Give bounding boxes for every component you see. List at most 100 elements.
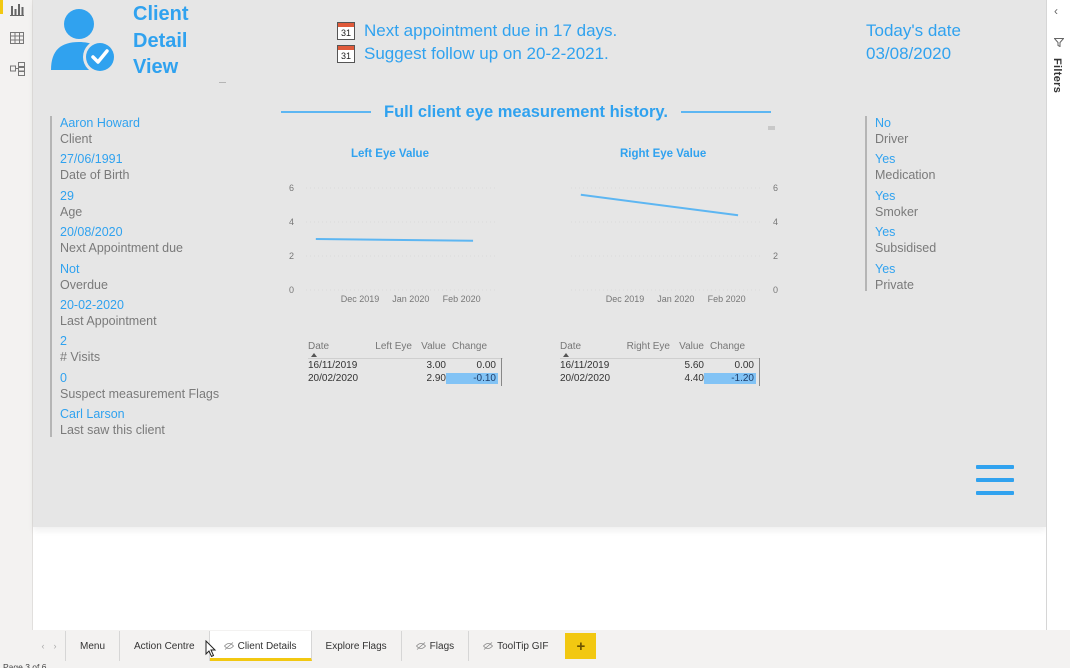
detail-value: 20-02-2020 xyxy=(60,297,124,312)
flag-value: No xyxy=(875,116,891,130)
client-detail-page: Client Detail View 31 Next appointment d… xyxy=(33,0,1046,527)
cell-date: 20/02/2020 xyxy=(560,373,611,384)
x-tick-label: Jan 2020 xyxy=(392,294,429,304)
tab-label: Flags xyxy=(429,640,455,652)
calendar-icon: 31 xyxy=(337,21,355,40)
tab-flags[interactable]: Flags xyxy=(402,631,470,661)
column-header-change[interactable]: Change xyxy=(446,341,498,352)
client-flags-card: No Driver Yes Medication Yes Smoker Yes Subs… xyxy=(865,116,936,292)
flag-label: Subsidised xyxy=(875,241,937,256)
section-heading-text: Full client eye measurement history. xyxy=(384,102,668,121)
flag-private: Yes Private xyxy=(875,262,936,298)
cell-date: 20/02/2020 xyxy=(308,373,359,384)
detail-value: 29 xyxy=(60,188,74,203)
column-resize-handle[interactable] xyxy=(501,358,502,386)
calendar-day: 31 xyxy=(340,50,351,61)
left-eye-line-chart[interactable]: 0 2 4 6 Dec 2019 Jan 2020 Feb 2020 xyxy=(281,178,506,306)
tab-explore-flags[interactable]: Explore Flags xyxy=(312,631,402,661)
x-tick-label: Dec 2019 xyxy=(341,294,380,304)
hamburger-bar xyxy=(976,478,1014,482)
table-header: Date Left Eye Value Change xyxy=(308,340,503,353)
report-view-button[interactable] xyxy=(0,0,26,18)
y-tick-label: 4 xyxy=(289,217,294,227)
bar-chart-icon xyxy=(10,3,24,16)
cell-change-highlighted: -0.10 xyxy=(446,373,498,384)
detail-date-of-birth: 27/06/1991 Date of Birth xyxy=(60,152,219,188)
column-header-value[interactable]: Value xyxy=(418,341,446,352)
tab-client-details[interactable]: Client Details xyxy=(209,631,312,661)
page-title-line: Client xyxy=(133,3,189,25)
cell-change-highlighted: -1.20 xyxy=(704,373,756,384)
page-title: Client Detail View xyxy=(133,1,189,81)
table-header: Date Right Eye Value Change xyxy=(560,340,760,353)
tab-label: Explore Flags xyxy=(325,640,387,652)
chevron-right-icon[interactable]: › xyxy=(54,641,57,651)
detail-suspect-flags: 0 Suspect measurement Flags xyxy=(60,371,219,407)
filters-pane: ‹ Filters xyxy=(1046,0,1070,630)
flag-value: Yes xyxy=(875,261,896,276)
mouse-cursor-icon xyxy=(205,640,217,658)
visual-resize-handle[interactable] xyxy=(768,126,775,130)
next-appointment-notice: 31 Next appointment due in 17 days. xyxy=(337,19,617,42)
x-tick-label: Feb 2020 xyxy=(443,294,481,304)
flag-value: Yes xyxy=(875,188,896,203)
right-eye-line-chart[interactable]: 0 2 4 6 Dec 2019 Jan 2020 Feb 2020 xyxy=(561,178,786,306)
divider xyxy=(219,82,226,83)
data-view-button[interactable] xyxy=(8,29,26,47)
flag-driver: No Driver xyxy=(875,116,936,152)
tab-tooltip-gif[interactable]: ToolTip GIF xyxy=(469,631,562,661)
y-tick-label: 4 xyxy=(773,217,778,227)
model-view-button[interactable] xyxy=(8,60,26,78)
tab-action-centre[interactable]: Action Centre xyxy=(120,631,210,661)
flag-medication: Yes Medication xyxy=(875,152,936,188)
menu-hamburger-button[interactable] xyxy=(976,465,1014,497)
column-header-change[interactable]: Change xyxy=(704,341,756,352)
tab-menu[interactable]: Menu xyxy=(66,631,121,661)
detail-value: Not xyxy=(60,261,80,276)
hamburger-bar xyxy=(976,465,1014,469)
appointment-notices: 31 Next appointment due in 17 days. 31 S… xyxy=(337,19,617,65)
column-header-eye[interactable]: Left Eye xyxy=(368,341,418,352)
column-header-date[interactable]: Date xyxy=(560,341,620,352)
right-eye-table: Date Right Eye Value Change 16/11/2019 5… xyxy=(560,340,760,386)
detail-label: Last saw this client xyxy=(60,423,165,438)
table-grid-icon xyxy=(10,32,24,44)
add-page-button[interactable]: + xyxy=(565,633,597,659)
tab-label: ToolTip GIF xyxy=(497,640,549,652)
left-eye-table: Date Left Eye Value Change 16/11/2019 3.… xyxy=(308,340,503,386)
x-tick-label: Jan 2020 xyxy=(657,294,694,304)
filters-pane-label[interactable]: Filters xyxy=(1051,58,1063,93)
funnel-icon[interactable] xyxy=(1054,38,1064,47)
x-tick-label: Feb 2020 xyxy=(708,294,746,304)
todays-date-card: Today's date 03/08/2020 xyxy=(866,19,961,65)
view-switcher-rail xyxy=(0,0,33,630)
user-check-icon xyxy=(51,9,117,74)
detail-age: 29 Age xyxy=(60,189,219,225)
y-tick-label: 0 xyxy=(289,285,294,295)
column-header-date[interactable]: Date xyxy=(308,341,368,352)
chevron-left-icon[interactable]: ‹ xyxy=(1054,4,1058,18)
chevron-left-icon[interactable]: ‹ xyxy=(42,641,45,651)
series-line xyxy=(315,238,474,242)
page-title-line: Detail xyxy=(133,29,188,52)
flag-subsidised: Yes Subsidised xyxy=(875,225,936,261)
column-header-value[interactable]: Value xyxy=(676,341,704,352)
detail-value: Aaron Howard xyxy=(60,116,140,130)
column-resize-handle[interactable] xyxy=(759,358,760,386)
cell-value: 2.90 xyxy=(426,373,446,384)
hidden-page-icon xyxy=(415,642,426,650)
series-line xyxy=(580,193,739,217)
x-tick-label: Dec 2019 xyxy=(606,294,645,304)
detail-value: 20/08/2020 xyxy=(60,225,123,240)
flag-label: Smoker xyxy=(875,204,919,219)
detail-value: 27/06/1991 xyxy=(60,152,123,167)
calendar-icon: 31 xyxy=(337,44,355,63)
right-eye-chart-title: Right Eye Value xyxy=(620,148,707,160)
todays-date-value: 03/08/2020 xyxy=(866,44,952,63)
flag-label: Private xyxy=(875,277,914,292)
page-tabs-bar: ‹ › Menu Action Centre Client Details Ex… xyxy=(33,631,1046,661)
detail-label: # Visits xyxy=(60,350,101,365)
flag-smoker: Yes Smoker xyxy=(875,189,936,225)
column-header-eye[interactable]: Right Eye xyxy=(620,341,676,352)
tab-label: Menu xyxy=(80,640,106,652)
